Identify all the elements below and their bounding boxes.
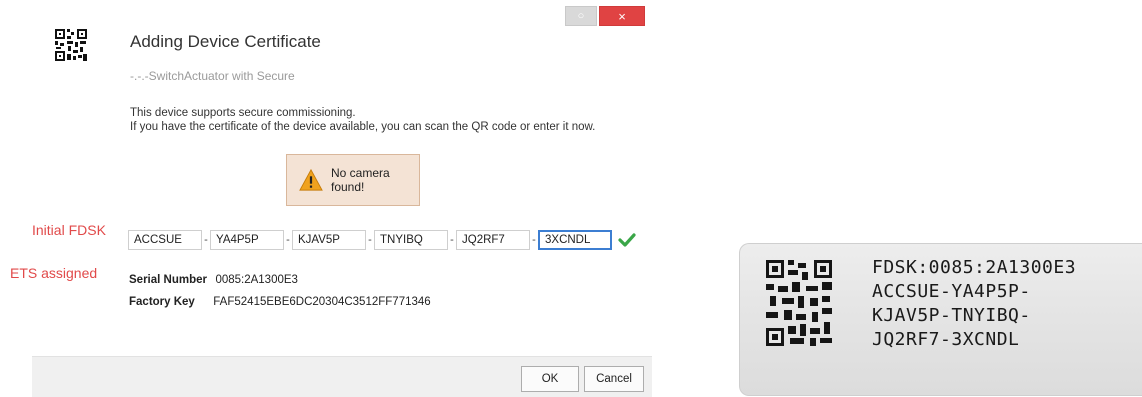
cancel-button[interactable]: Cancel: [584, 366, 644, 392]
factory-key-row: Factory Key FAF52415EBE6DC20304C3512FF77…: [129, 292, 431, 310]
factory-key-label: Factory Key: [129, 296, 195, 308]
add-certificate-dialog: ○ × Adding Device Certificate -.-.-Switc…: [32, 0, 652, 397]
window-options-button[interactable]: ○: [565, 6, 597, 26]
description-line-1: This device supports secure commissionin…: [130, 107, 356, 119]
description-line-2: If you have the certificate of the devic…: [130, 121, 596, 133]
fdsk-segment-3[interactable]: [292, 230, 366, 250]
fdsk-separator: -: [286, 234, 290, 246]
fdsk-segment-4[interactable]: [374, 230, 448, 250]
qr-code-icon: [54, 28, 88, 62]
factory-key-value: FAF52415EBE6DC20304C3512FF771346: [213, 296, 431, 308]
fdsk-input-row: - - - - -: [128, 229, 636, 251]
window-close-button[interactable]: ×: [599, 6, 645, 26]
label-line-fdsk: FDSK:0085:2A1300E3: [872, 257, 1077, 278]
checkmark-icon: [618, 233, 636, 247]
label-line-key-1: ACCSUE-YA4P5P-: [872, 281, 1031, 302]
fdsk-segment-6[interactable]: [538, 230, 612, 250]
fdsk-separator: -: [450, 234, 454, 246]
dialog-footer: OK Cancel: [32, 356, 652, 397]
serial-number-value: 0085:2A1300E3: [215, 274, 298, 286]
dialog-description: This device supports secure commissionin…: [130, 106, 595, 134]
label-line-key-2: KJAV5P-TNYIBQ-: [872, 305, 1031, 326]
qr-code-icon: [766, 260, 832, 346]
fdsk-segment-2[interactable]: [210, 230, 284, 250]
fdsk-separator: -: [532, 234, 536, 246]
warning-icon: [299, 168, 323, 191]
alert-message: No camera found!: [330, 166, 390, 194]
serial-number-row: Serial Number 0085:2A1300E3: [129, 270, 298, 288]
fdsk-segment-1[interactable]: [128, 230, 202, 250]
ok-button[interactable]: OK: [521, 366, 579, 392]
label-line-key-3: JQ2RF7-3XCNDL: [872, 329, 1020, 350]
camera-alert: No camera found!: [286, 154, 420, 206]
dialog-title: Adding Device Certificate: [130, 32, 321, 51]
label-text: FDSK:0085:2A1300E3 ACCSUE-YA4P5P- KJAV5P…: [872, 256, 1076, 352]
fdsk-separator: -: [204, 234, 208, 246]
fdsk-segment-5[interactable]: [456, 230, 530, 250]
device-name: -.-.-SwitchActuator with Secure: [130, 69, 295, 83]
fdsk-separator: -: [368, 234, 372, 246]
serial-number-label: Serial Number: [129, 274, 207, 286]
device-certificate-label: FDSK:0085:2A1300E3 ACCSUE-YA4P5P- KJAV5P…: [739, 243, 1142, 396]
